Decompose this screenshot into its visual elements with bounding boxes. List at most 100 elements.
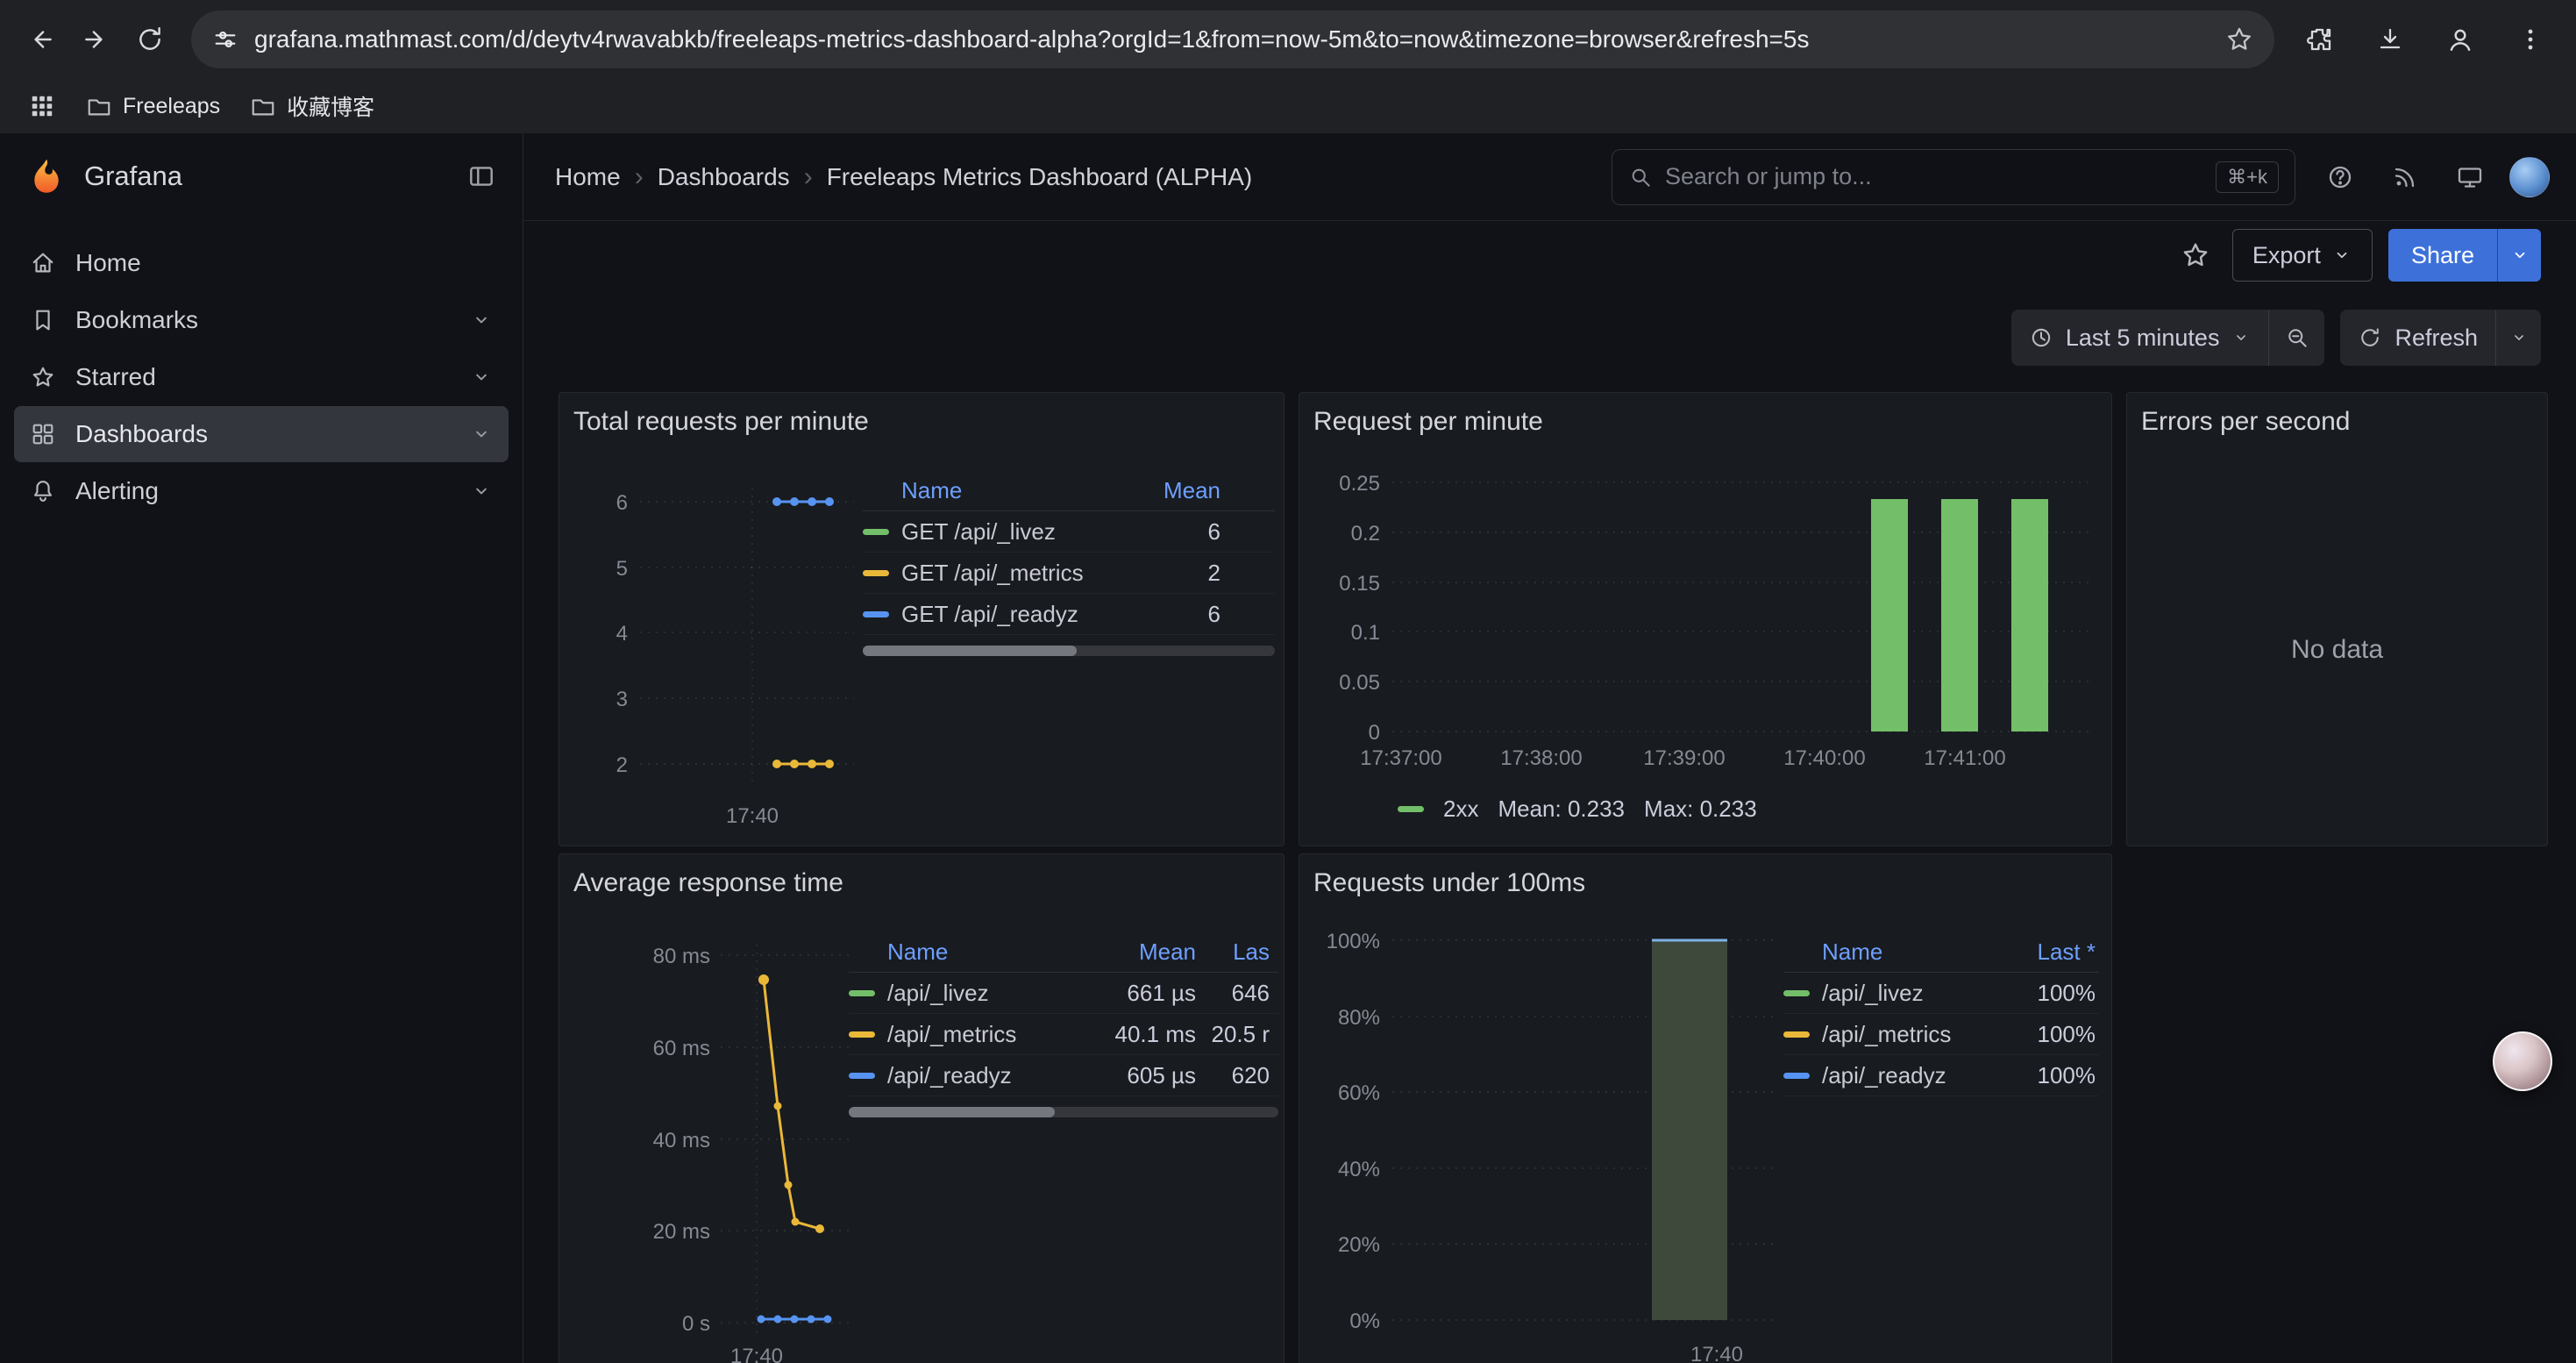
- browser-window: grafana.mathmast.com/d/deytv4rwavabkb/fr…: [0, 0, 2576, 1363]
- svg-text:17:40:00: 17:40:00: [1783, 746, 1865, 770]
- main-area: Home › Dashboards › Freeleaps Metrics Da…: [523, 133, 2576, 1363]
- folder-icon: [250, 93, 276, 119]
- column-last[interactable]: Las: [1196, 938, 1270, 966]
- bookmark-star-icon[interactable]: [2225, 25, 2253, 54]
- floating-assistant-avatar[interactable]: [2493, 1031, 2552, 1091]
- series-name[interactable]: GET /api/_metrics: [901, 560, 1142, 587]
- legend-header: Name Mean Las: [849, 931, 1278, 973]
- svg-text:0.15: 0.15: [1339, 572, 1380, 596]
- column-mean[interactable]: Mean: [1108, 938, 1196, 966]
- extensions-button[interactable]: [2295, 12, 2345, 67]
- dashboard-actions: Export Share: [523, 221, 2576, 289]
- zoom-out-time-button[interactable]: [2268, 310, 2324, 366]
- bookmark-folder-blogs[interactable]: 收藏博客: [241, 85, 383, 127]
- column-name[interactable]: Name: [901, 477, 1142, 504]
- breadcrumb-separator: ›: [635, 162, 644, 192]
- legend-scrollbar[interactable]: [849, 1107, 1278, 1117]
- series-name[interactable]: /api/_livez: [887, 980, 1108, 1007]
- column-name[interactable]: Name: [887, 938, 1108, 966]
- url-bar[interactable]: grafana.mathmast.com/d/deytv4rwavabkb/fr…: [191, 11, 2274, 68]
- legend-header: Name Mean: [863, 470, 1275, 511]
- favorite-dashboard-button[interactable]: [2174, 234, 2217, 276]
- collapse-sidebar-button[interactable]: [466, 161, 496, 191]
- svg-text:20%: 20%: [1338, 1233, 1380, 1257]
- reload-button[interactable]: [123, 12, 177, 67]
- search-bar[interactable]: ⌘+k: [1612, 149, 2295, 205]
- dashboard-panels: Total requests per minute 6 5 4 3 2: [523, 386, 2576, 1363]
- time-range-button[interactable]: Last 5 minutes: [2011, 310, 2269, 366]
- chevron-down-icon[interactable]: [470, 423, 493, 446]
- site-settings-icon[interactable]: [212, 26, 238, 53]
- series-mean: Mean: 0.233: [1498, 796, 1625, 823]
- chevron-down-icon[interactable]: [470, 366, 493, 389]
- chevron-down-icon[interactable]: [470, 480, 493, 503]
- sidebar-item-home[interactable]: Home: [14, 235, 509, 291]
- chevron-down-icon[interactable]: [470, 309, 493, 332]
- series-last: 620: [1196, 1062, 1270, 1089]
- panel-title[interactable]: Total requests per minute: [559, 393, 1284, 437]
- refresh-interval-button[interactable]: [2495, 310, 2541, 366]
- bookmark-folder-label: Freeleaps: [123, 94, 220, 119]
- series-name[interactable]: /api/_metrics: [1822, 1021, 1999, 1048]
- menu-button[interactable]: [2506, 12, 2555, 67]
- panel-title[interactable]: Average response time: [559, 854, 1284, 898]
- series-swatch: [863, 570, 889, 576]
- apps-button[interactable]: [19, 83, 65, 129]
- reload-icon: [135, 25, 165, 54]
- share-menu-button[interactable]: [2497, 229, 2541, 282]
- breadcrumb-dashboards[interactable]: Dashboards: [658, 163, 790, 191]
- sidebar-item-alerting[interactable]: Alerting: [14, 463, 509, 519]
- forward-button[interactable]: [68, 12, 123, 67]
- column-name[interactable]: Name: [1822, 938, 1999, 966]
- sidebar-item-label: Dashboards: [75, 420, 208, 448]
- refresh-group: Refresh: [2340, 310, 2541, 366]
- legend-row: /api/_metrics 40.1 ms 20.5 r: [849, 1014, 1278, 1055]
- browser-toolbar: grafana.mathmast.com/d/deytv4rwavabkb/fr…: [0, 0, 2576, 79]
- series-name[interactable]: 2xx: [1443, 796, 1478, 823]
- series-name[interactable]: /api/_livez: [1822, 980, 1999, 1007]
- bookmark-folder-freeleaps[interactable]: Freeleaps: [77, 88, 229, 125]
- share-button[interactable]: Share: [2388, 229, 2497, 282]
- export-button[interactable]: Export: [2232, 229, 2373, 282]
- sidebar-header: Grafana: [0, 133, 523, 219]
- legend: 2xx Mean: 0.233 Max: 0.233: [1398, 796, 1757, 823]
- column-last[interactable]: Last *: [1999, 938, 2096, 966]
- sidebar-item-bookmarks[interactable]: Bookmarks: [14, 292, 509, 348]
- panel-errors-per-second: Errors per second No data: [2126, 392, 2548, 846]
- series-name[interactable]: GET /api/_livez: [901, 518, 1142, 546]
- profile-icon: [2445, 25, 2475, 54]
- refresh-button[interactable]: Refresh: [2340, 310, 2495, 366]
- kiosk-button[interactable]: [2444, 152, 2495, 203]
- series-name[interactable]: /api/_metrics: [887, 1021, 1108, 1048]
- profile-button[interactable]: [2436, 12, 2485, 67]
- url-text[interactable]: grafana.mathmast.com/d/deytv4rwavabkb/fr…: [254, 25, 2225, 54]
- news-button[interactable]: [2380, 152, 2430, 203]
- sidebar-item-dashboards[interactable]: Dashboards: [14, 406, 509, 462]
- sidebar-item-starred[interactable]: Starred: [14, 349, 509, 405]
- breadcrumb-home[interactable]: Home: [555, 163, 621, 191]
- legend-table: Name Mean Las /api/_livez 661 µs 646: [849, 931, 1278, 1117]
- help-button[interactable]: [2315, 152, 2366, 203]
- series-name[interactable]: GET /api/_readyz: [901, 601, 1142, 628]
- series-mean: 6: [1142, 601, 1220, 628]
- user-avatar[interactable]: [2509, 157, 2550, 197]
- grafana-logo[interactable]: [26, 156, 67, 196]
- series-name[interactable]: /api/_readyz: [1822, 1062, 1999, 1089]
- svg-text:17:40: 17:40: [1690, 1343, 1743, 1363]
- refresh-label: Refresh: [2395, 325, 2478, 352]
- downloads-button[interactable]: [2366, 12, 2415, 67]
- series-swatch: [849, 1073, 875, 1079]
- panel-title[interactable]: Request per minute: [1299, 393, 2111, 437]
- sidebar-item-label: Starred: [75, 363, 156, 391]
- back-button[interactable]: [14, 12, 68, 67]
- series-name[interactable]: /api/_readyz: [887, 1062, 1108, 1089]
- monitor-icon: [2456, 163, 2484, 191]
- series-mean: 6: [1142, 518, 1220, 546]
- sidebar-item-label: Bookmarks: [75, 306, 198, 334]
- panel-title[interactable]: Requests under 100ms: [1299, 854, 2111, 898]
- column-mean[interactable]: Mean: [1142, 477, 1220, 504]
- chevron-down-icon: [2331, 245, 2352, 266]
- panel-title[interactable]: Errors per second: [2127, 393, 2547, 437]
- legend-scrollbar[interactable]: [863, 646, 1275, 656]
- search-input[interactable]: [1665, 163, 2216, 190]
